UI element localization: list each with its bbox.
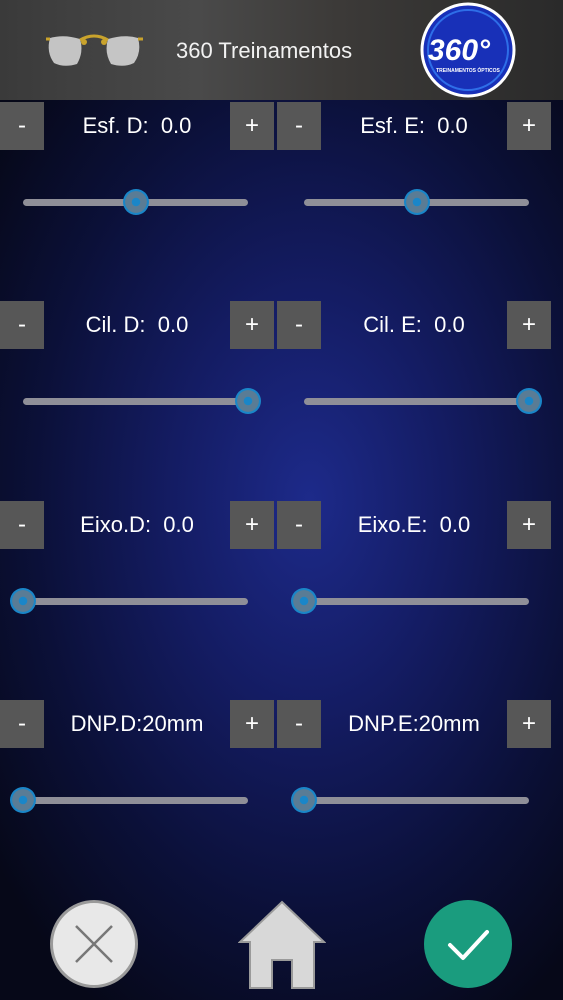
decrement-left-0-button[interactable]: -	[277, 102, 321, 150]
value-label-left-1: Cil. E: 0.0	[363, 312, 465, 337]
decrement-right-2-button[interactable]: -	[0, 501, 44, 549]
value-label-right-3: DNP.D:20mm	[70, 711, 204, 736]
slider-thumb-left-0[interactable]	[403, 189, 430, 215]
slider-thumb-right-2[interactable]	[10, 588, 36, 614]
slider-track-left-1[interactable]	[304, 398, 529, 405]
minus-label: -	[18, 511, 26, 538]
minus-label: -	[295, 112, 303, 139]
plus-label: +	[521, 511, 536, 538]
slider-thumb-right-0[interactable]	[122, 189, 149, 215]
slider-track-left-2[interactable]	[304, 598, 529, 605]
home-icon	[237, 900, 327, 989]
plus-label: +	[521, 710, 536, 737]
decrement-right-1-button[interactable]: -	[0, 301, 44, 349]
app-header: 360 Treinamentos 360° TREINAMENTOS ÓPTIC…	[0, 0, 563, 100]
decrement-right-3-button[interactable]: -	[0, 700, 44, 748]
increment-right-0-button[interactable]: +	[230, 102, 274, 150]
minus-label: -	[18, 311, 26, 338]
value-label-right-1: Cil. D: 0.0	[85, 312, 189, 337]
minus-label: -	[18, 112, 26, 139]
value-label-right-0: Esf. D: 0.0	[82, 113, 192, 138]
plus-label: +	[521, 311, 536, 338]
confirm-button[interactable]	[424, 900, 512, 988]
slider-track-right-1[interactable]	[23, 398, 248, 405]
increment-right-2-button[interactable]: +	[230, 501, 274, 549]
decrement-left-3-button[interactable]: -	[277, 700, 321, 748]
logo-text: 360°	[428, 34, 491, 67]
slider-thumb-left-1[interactable]	[516, 388, 542, 414]
plus-label: +	[521, 112, 536, 139]
value-label-right-2: Eixo.D: 0.0	[80, 512, 194, 537]
decrement-right-0-button[interactable]: -	[0, 102, 44, 150]
slider-track-right-3[interactable]	[23, 797, 248, 804]
logo: 360° TREINAMENTOS ÓPTICOS	[420, 2, 516, 98]
slider-thumb-right-1[interactable]	[235, 388, 261, 414]
increment-right-3-button[interactable]: +	[230, 700, 274, 748]
value-label-left-0: Esf. E: 0.0	[360, 113, 468, 138]
value-label-left-2: Eixo.E: 0.0	[357, 512, 471, 537]
increment-left-0-button[interactable]: +	[507, 102, 551, 150]
decrement-left-2-button[interactable]: -	[277, 501, 321, 549]
slider-thumb-left-3[interactable]	[291, 787, 317, 813]
plus-label: +	[244, 311, 259, 338]
close-icon	[75, 925, 113, 963]
page-title: 360 Treinamentos	[176, 38, 353, 63]
minus-label: -	[295, 311, 303, 338]
slider-thumb-left-2[interactable]	[291, 588, 317, 614]
minus-label: -	[295, 511, 303, 538]
slider-track-right-2[interactable]	[23, 598, 248, 605]
increment-left-1-button[interactable]: +	[507, 301, 551, 349]
logo-subtext: TREINAMENTOS ÓPTICOS	[436, 66, 500, 74]
plus-label: +	[244, 112, 259, 139]
home-button[interactable]	[237, 898, 327, 990]
minus-label: -	[18, 710, 26, 737]
plus-label: +	[244, 710, 259, 737]
minus-label: -	[295, 710, 303, 737]
check-icon	[448, 930, 489, 960]
cancel-button[interactable]	[50, 900, 138, 988]
increment-left-2-button[interactable]: +	[507, 501, 551, 549]
glasses-icon	[46, 34, 143, 66]
plus-label: +	[244, 511, 259, 538]
slider-thumb-right-3[interactable]	[10, 787, 36, 813]
increment-left-3-button[interactable]: +	[507, 700, 551, 748]
slider-track-left-3[interactable]	[304, 797, 529, 804]
value-label-left-3: DNP.E:20mm	[348, 711, 480, 736]
increment-right-1-button[interactable]: +	[230, 301, 274, 349]
decrement-left-1-button[interactable]: -	[277, 301, 321, 349]
